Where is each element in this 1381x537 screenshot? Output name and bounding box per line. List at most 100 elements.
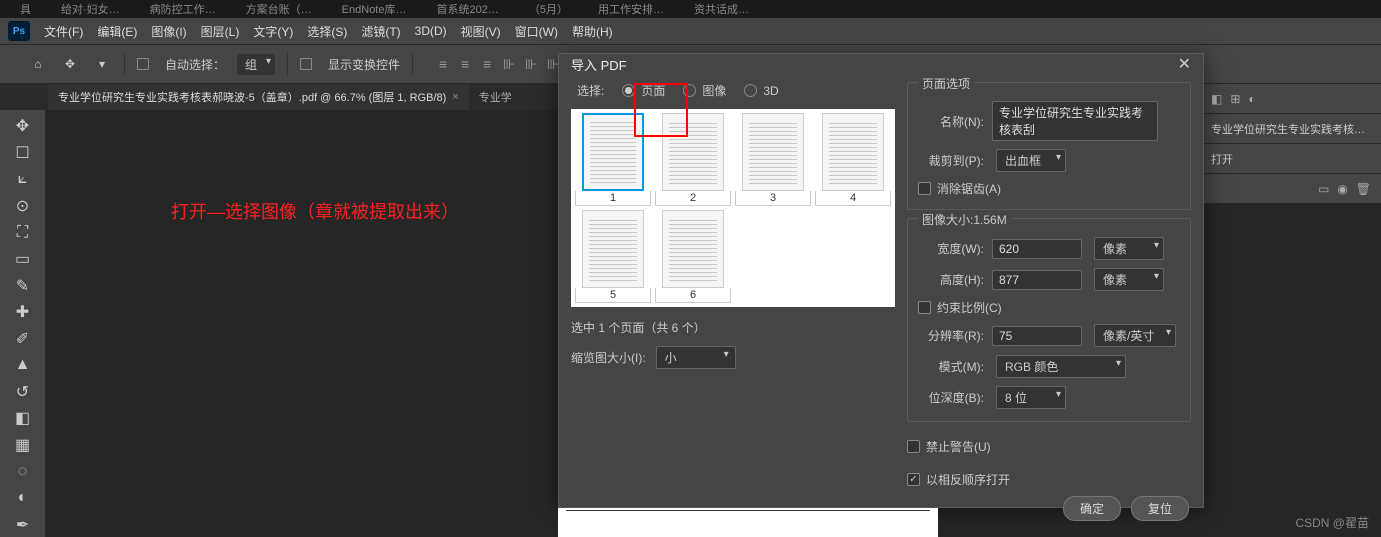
radio-page[interactable]: 页面: [622, 82, 665, 99]
os-tab[interactable]: 首系统202…: [436, 1, 498, 17]
menu-window[interactable]: 窗口(W): [515, 23, 558, 40]
app-logo-icon: Ps: [8, 21, 30, 41]
os-tab[interactable]: 病防控工作…: [150, 1, 216, 17]
separator: [287, 53, 288, 75]
antialias-label: 消除锯齿(A): [937, 180, 1001, 197]
menu-view[interactable]: 视图(V): [461, 23, 501, 40]
annotation-text: 打开—选择图像（章就被提取出来）: [171, 198, 459, 224]
thumbnail-grid: 1 2 3 4 5 6: [571, 109, 895, 307]
quick-select-tool-icon[interactable]: ⊙: [8, 194, 38, 219]
os-tab[interactable]: 用工作安排…: [598, 1, 664, 17]
thumb-number: 6: [655, 288, 731, 303]
height-input[interactable]: 877: [992, 270, 1082, 290]
document-tab-active[interactable]: 专业学位研究生专业实践考核表郝晓波-5（盖章）.pdf @ 66.7% (图层 …: [48, 84, 469, 110]
lasso-tool-icon[interactable]: ⟀: [8, 167, 38, 192]
page-thumbnail-5[interactable]: [582, 210, 644, 288]
healing-brush-tool-icon[interactable]: ✚: [8, 300, 38, 325]
page-thumbnail-4[interactable]: [822, 113, 884, 191]
move-tool-icon[interactable]: ✥: [8, 114, 38, 139]
os-tab[interactable]: 资共话成…: [694, 1, 749, 17]
menu-image[interactable]: 图像(I): [151, 23, 186, 40]
menu-layer[interactable]: 图层(L): [201, 23, 240, 40]
align-icon[interactable]: ⊪: [499, 55, 519, 73]
menu-type[interactable]: 文字(Y): [253, 23, 293, 40]
menu-file[interactable]: 文件(F): [44, 23, 83, 40]
brush-tool-icon[interactable]: ✐: [8, 327, 38, 352]
selection-status: 选中 1 个页面（共 6 个）: [571, 319, 895, 336]
close-icon[interactable]: ✕: [1178, 54, 1191, 74]
thumb-size-select[interactable]: 小: [656, 346, 736, 369]
reset-button[interactable]: 复位: [1131, 496, 1189, 521]
menu-select[interactable]: 选择(S): [307, 23, 347, 40]
image-size-group: 图像大小:1.56M 宽度(W): 620 像素 高度(H): 877 像素 约…: [907, 218, 1191, 422]
chevron-down-icon[interactable]: ▾: [92, 54, 112, 74]
menu-help[interactable]: 帮助(H): [572, 23, 613, 40]
constrain-checkbox[interactable]: [918, 301, 931, 314]
height-unit-select[interactable]: 像素: [1094, 268, 1164, 291]
camera-icon[interactable]: ◉: [1337, 182, 1347, 196]
width-input[interactable]: 620: [992, 239, 1082, 259]
crop-tool-icon[interactable]: ⛶: [8, 220, 38, 245]
dialog-title: 导入 PDF: [571, 55, 627, 74]
align-icon[interactable]: ≡: [433, 55, 453, 73]
history-brush-tool-icon[interactable]: ↺: [8, 380, 38, 405]
eyedropper-tool-icon[interactable]: ✎: [8, 273, 38, 298]
width-unit-select[interactable]: 像素: [1094, 237, 1164, 260]
auto-select-checkbox[interactable]: [137, 58, 149, 70]
marquee-tool-icon[interactable]: ☐: [8, 141, 38, 166]
document-tab[interactable]: 专业学: [469, 84, 522, 110]
show-transform-checkbox[interactable]: [300, 58, 312, 70]
suppress-warnings-checkbox[interactable]: [907, 440, 920, 453]
dodge-tool-icon[interactable]: ◐: [8, 486, 38, 511]
panel-icon[interactable]: ⊞: [1230, 92, 1240, 106]
thumb-number: 1: [575, 191, 651, 206]
home-icon[interactable]: ⌂: [28, 54, 48, 74]
history-item[interactable]: 专业学位研究生专业实践考核…: [1211, 121, 1365, 137]
clone-stamp-tool-icon[interactable]: ▲: [8, 353, 38, 378]
align-icon[interactable]: ≡: [477, 55, 497, 73]
new-doc-icon[interactable]: ▭: [1318, 182, 1329, 196]
page-thumbnail-2[interactable]: [662, 113, 724, 191]
os-tab[interactable]: 方案台账（…: [246, 1, 312, 17]
bitdepth-label: 位深度(B):: [918, 389, 984, 406]
ok-button[interactable]: 确定: [1063, 496, 1121, 521]
eraser-tool-icon[interactable]: ◧: [8, 406, 38, 431]
align-icon[interactable]: ⊪: [521, 55, 541, 73]
pen-tool-icon[interactable]: ✒: [8, 512, 38, 537]
crop-select[interactable]: 出血框: [996, 149, 1066, 172]
right-panels: ◧ ⊞ ◐ 专业学位研究生专业实践考核… 打开 ▭ ◉ 🗑: [1201, 84, 1381, 204]
align-icon[interactable]: ≡: [455, 55, 475, 73]
history-item[interactable]: 打开: [1211, 151, 1233, 167]
menu-filter[interactable]: 滤镜(T): [361, 23, 400, 40]
os-tab[interactable]: 给对·妇女…: [61, 1, 120, 17]
blur-tool-icon[interactable]: ◌: [8, 459, 38, 484]
separator: [124, 53, 125, 75]
trash-icon[interactable]: 🗑: [1356, 182, 1371, 196]
menu-edit[interactable]: 编辑(E): [97, 23, 137, 40]
resolution-unit-select[interactable]: 像素/英寸: [1094, 324, 1176, 347]
frame-tool-icon[interactable]: ▭: [8, 247, 38, 272]
close-icon[interactable]: ×: [452, 91, 458, 103]
reverse-order-checkbox[interactable]: [907, 473, 920, 486]
radio-image[interactable]: 图像: [683, 82, 726, 99]
page-thumbnail-6[interactable]: [662, 210, 724, 288]
mode-select[interactable]: RGB 颜色: [996, 355, 1126, 378]
antialias-checkbox[interactable]: [918, 182, 931, 195]
page-thumbnail-3[interactable]: [742, 113, 804, 191]
auto-select-target[interactable]: 组: [237, 54, 275, 75]
os-tab[interactable]: EndNote库…: [342, 1, 407, 17]
document-tab-label: 专业学位研究生专业实践考核表郝晓波-5（盖章）.pdf @ 66.7% (图层 …: [58, 89, 446, 105]
os-tab[interactable]: （5月）: [529, 1, 568, 17]
os-tab[interactable]: 具: [20, 1, 31, 17]
panel-icon[interactable]: ◧: [1211, 92, 1222, 106]
page-thumbnail-1[interactable]: [582, 113, 644, 191]
panel-icon[interactable]: ◐: [1248, 92, 1255, 106]
os-tab-strip: 具 给对·妇女… 病防控工作… 方案台账（… EndNote库… 首系统202……: [0, 0, 1381, 18]
menu-3d[interactable]: 3D(D): [415, 24, 447, 38]
move-tool-icon[interactable]: ✥: [60, 54, 80, 74]
name-input[interactable]: 专业学位研究生专业实践考核表刮: [992, 101, 1158, 141]
bitdepth-select[interactable]: 8 位: [996, 386, 1066, 409]
radio-3d[interactable]: 3D: [744, 84, 778, 98]
gradient-tool-icon[interactable]: ▦: [8, 433, 38, 458]
resolution-input[interactable]: 75: [992, 326, 1082, 346]
